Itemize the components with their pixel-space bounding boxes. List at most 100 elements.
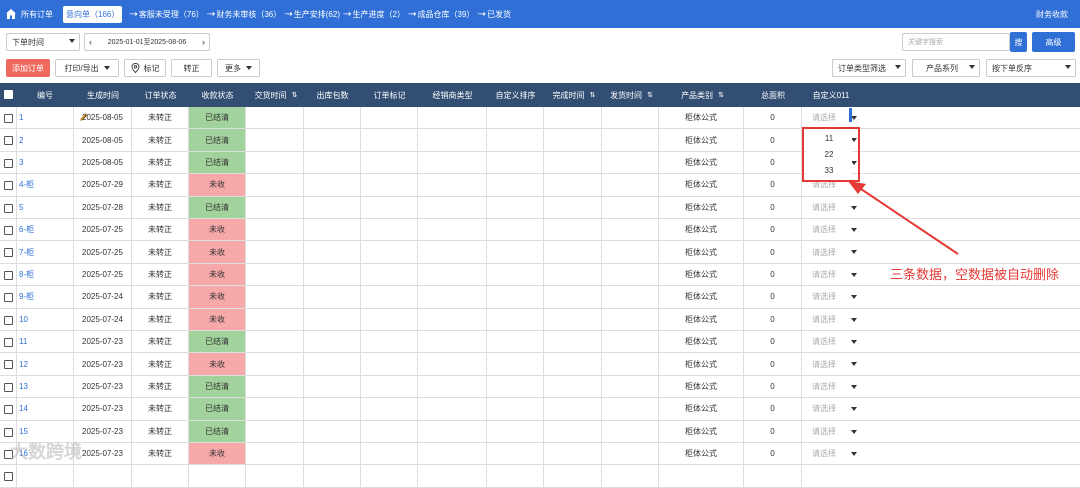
- col-delivery-time[interactable]: 交货时间 ⇅: [246, 83, 304, 107]
- custom-011-select[interactable]: 请选择: [802, 264, 860, 285]
- col-ship-time[interactable]: 发货时间 ⇅: [602, 83, 659, 107]
- custom-011-select[interactable]: 请选择: [802, 286, 860, 307]
- sort-icon[interactable]: ⇅: [292, 91, 298, 99]
- table-row[interactable]: 15 2025-07-23 未转正 已结清 柜体公式 0 请选择: [0, 420, 1080, 443]
- col-order-mark[interactable]: 订单标记: [361, 83, 418, 107]
- row-checkbox[interactable]: [4, 248, 13, 258]
- cell-id-text[interactable]: 2: [19, 136, 23, 145]
- home-icon[interactable]: [5, 8, 17, 20]
- table-row[interactable]: 32025-08-05未转正已结清柜体公式0请选择: [0, 151, 1080, 175]
- nav-production-plan[interactable]: 生产安排(62): [294, 9, 340, 20]
- table-row[interactable]: 10 2025-07-24 未转正 未收 柜体公式 0 请选择: [0, 308, 1080, 331]
- col-payment-status[interactable]: 收款状态: [189, 83, 246, 107]
- row-checkbox[interactable]: [4, 136, 13, 146]
- col-outbound-packages[interactable]: 出库包数: [304, 83, 361, 107]
- col-order-status[interactable]: 订单状态: [132, 83, 189, 107]
- table-row[interactable]: 14 2025-07-23 未转正 已结清 柜体公式 0 请选择: [0, 398, 1080, 421]
- custom-011-select[interactable]: 请选择: [802, 353, 860, 374]
- nav-intent-orders[interactable]: 意向单（166）: [63, 5, 123, 23]
- search-button[interactable]: 搜: [1010, 32, 1027, 52]
- row-checkbox[interactable]: [4, 270, 13, 280]
- cell-id-text[interactable]: 15: [19, 427, 28, 436]
- nav-production-progress[interactable]: 生产进度（2）: [353, 9, 405, 20]
- col-finish-time[interactable]: 完成时间 ⇅: [544, 83, 602, 107]
- table-row[interactable]: 22025-08-05未转正已结清柜体公式0请选择: [0, 129, 1080, 152]
- nav-finance-pending[interactable]: 财务未审核（36）: [216, 9, 281, 20]
- cell-id-text[interactable]: 5: [19, 203, 23, 212]
- row-checkbox[interactable]: [4, 472, 13, 482]
- cell-id-text[interactable]: 3: [19, 158, 23, 167]
- cell-id-text[interactable]: 6-柜: [19, 224, 34, 235]
- row-checkbox[interactable]: [4, 293, 13, 303]
- col-id[interactable]: 编号: [16, 83, 74, 107]
- row-checkbox[interactable]: [4, 360, 13, 370]
- custom-011-select[interactable]: 请选择: [802, 309, 860, 330]
- table-row[interactable]: 4-柜 2025-07-29 未转正 未收 柜体公式 0 请选择: [0, 174, 1080, 197]
- time-type-select[interactable]: 下单时间: [6, 33, 80, 51]
- table-row[interactable]: 11 2025-07-23 未转正 已结清 柜体公式 0 请选择: [0, 331, 1080, 354]
- row-checkbox[interactable]: [4, 427, 13, 437]
- add-order-button[interactable]: 添加订单: [6, 59, 50, 77]
- cell-id-text[interactable]: 8-柜: [19, 269, 34, 280]
- table-row[interactable]: [0, 465, 1080, 488]
- sort-icon[interactable]: ⇅: [718, 91, 724, 99]
- cell-id-text[interactable]: 11: [19, 337, 27, 346]
- row-checkbox[interactable]: [4, 158, 13, 168]
- col-product-category[interactable]: 产品类别 ⇅: [659, 83, 744, 107]
- nav-all-orders[interactable]: 所有订单: [21, 9, 53, 20]
- table-row[interactable]: 7-柜 2025-07-25 未转正 未收 柜体公式 0 请选择: [0, 241, 1080, 264]
- custom-011-select[interactable]: 请选择: [802, 197, 860, 218]
- table-row[interactable]: 13 2025-07-23 未转正 已结清 柜体公式 0 请选择: [0, 375, 1080, 399]
- row-checkbox[interactable]: [4, 315, 13, 325]
- keyword-search-input[interactable]: 关键字搜索: [902, 33, 1010, 51]
- row-checkbox[interactable]: [4, 203, 13, 213]
- col-dealer-type[interactable]: 经销商类型: [418, 83, 487, 107]
- sort-icon[interactable]: ⇅: [590, 91, 596, 99]
- row-checkbox[interactable]: [4, 114, 13, 123]
- cell-id-text[interactable]: 14: [19, 404, 28, 413]
- sort-order-select[interactable]: 按下单反序: [986, 59, 1076, 77]
- row-checkbox[interactable]: [4, 338, 13, 347]
- col-custom-011[interactable]: 自定义011: [802, 83, 860, 107]
- row-checkbox[interactable]: [4, 382, 13, 392]
- cell-id-text[interactable]: 1: [19, 113, 23, 122]
- nav-finance-collection[interactable]: 财务收款: [1036, 9, 1068, 20]
- chevron-left-icon[interactable]: ‹: [89, 37, 92, 47]
- row-checkbox[interactable]: [4, 405, 13, 415]
- table-row[interactable]: 16 2025-07-23 未转正 未收 柜体公式 0 请选择: [0, 443, 1080, 466]
- nav-shipped[interactable]: 已发货: [487, 9, 511, 20]
- col-created-time[interactable]: 生成时间: [74, 83, 132, 107]
- more-button[interactable]: 更多: [217, 59, 260, 77]
- print-export-button[interactable]: 打印/导出: [55, 59, 119, 77]
- chevron-right-icon[interactable]: ›: [202, 37, 205, 47]
- table-row[interactable]: 5 2025-07-28 未转正 已结清 柜体公式 0 请选择: [0, 196, 1080, 219]
- custom-011-select[interactable]: 请选择: [802, 331, 860, 352]
- row-checkbox[interactable]: [4, 181, 13, 191]
- convert-button[interactable]: 转正: [171, 59, 212, 77]
- col-custom-sort[interactable]: 自定义排序: [487, 83, 544, 107]
- cell-id-text[interactable]: 13: [19, 382, 28, 391]
- table-row[interactable]: 9-柜 2025-07-24 未转正 未收 柜体公式 0 请选择: [0, 286, 1080, 309]
- product-series-select[interactable]: 产品系列: [912, 59, 980, 77]
- cell-id-text[interactable]: 10: [19, 315, 28, 324]
- table-row[interactable]: 12 2025-07-23 未转正 未收 柜体公式 0 请选择: [0, 353, 1080, 376]
- cell-id-text[interactable]: 4-柜: [19, 179, 34, 190]
- date-range-picker[interactable]: ‹ 2025-01-01至2025-08-06 ›: [84, 33, 210, 51]
- select-all-checkbox[interactable]: [4, 90, 13, 99]
- custom-011-select[interactable]: 请选择: [802, 398, 860, 419]
- custom-011-select[interactable]: 请选择: [802, 421, 860, 442]
- mark-button[interactable]: 标记: [124, 59, 166, 77]
- custom-011-select[interactable]: 请选择: [802, 219, 860, 240]
- order-type-filter-select[interactable]: 订单类型筛选: [832, 59, 906, 77]
- nav-warehouse[interactable]: 成品仓库（39）: [418, 9, 475, 20]
- nav-cs-pending[interactable]: 客服未受理（76）: [139, 9, 204, 20]
- table-row[interactable]: 1 2025-08-05 未转正 已结清 柜体公式 0 请选择: [0, 107, 1080, 130]
- row-checkbox[interactable]: [4, 226, 13, 235]
- custom-011-select[interactable]: 请选择: [802, 241, 860, 262]
- custom-011-select[interactable]: 请选择: [802, 443, 860, 464]
- advanced-button[interactable]: 高级: [1032, 32, 1075, 52]
- cell-id-text[interactable]: 12: [19, 360, 28, 369]
- custom-011-select[interactable]: 请选择: [802, 376, 860, 397]
- cell-id-text[interactable]: 9-柜: [19, 291, 34, 302]
- col-total-area[interactable]: 总面积: [744, 83, 802, 107]
